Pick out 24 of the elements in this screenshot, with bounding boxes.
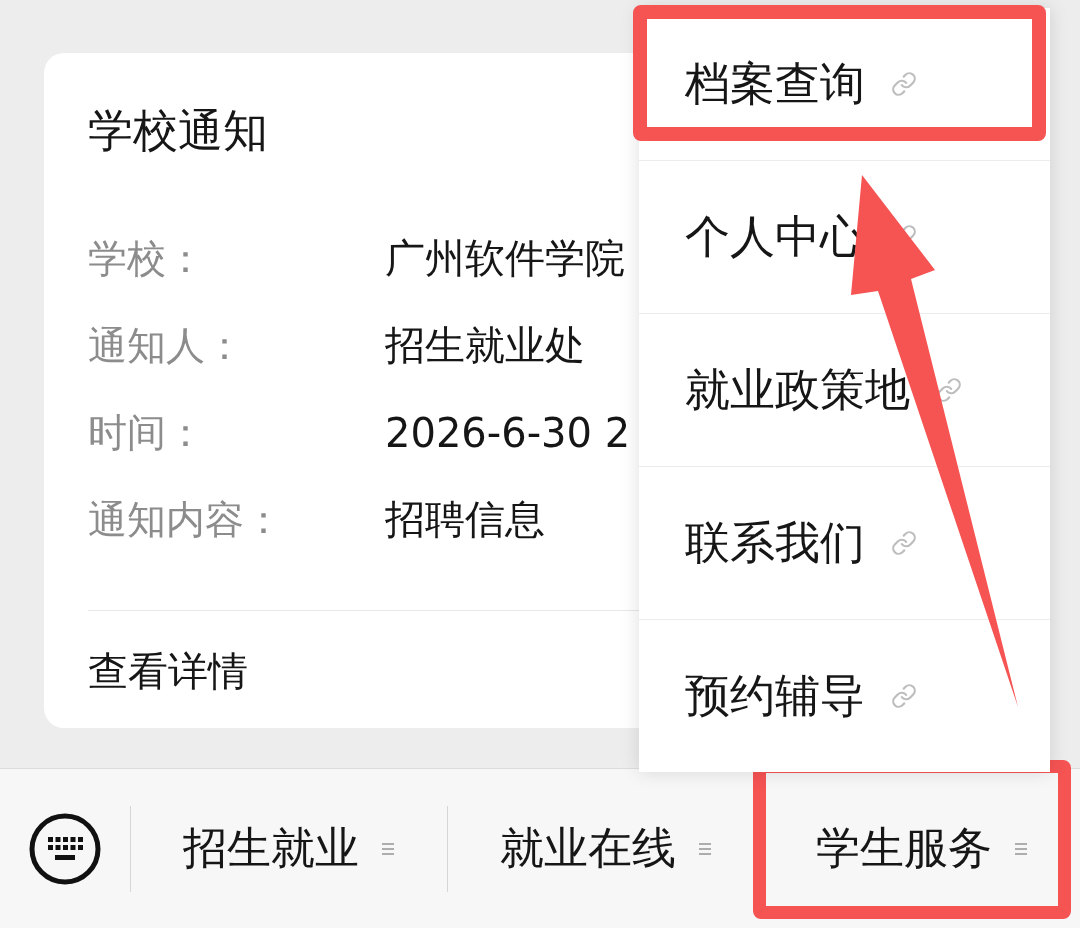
field-value: 招生就业处 bbox=[385, 321, 585, 370]
menu-bar-tab[interactable]: 招生就业 bbox=[131, 769, 447, 928]
popup-menu-item[interactable]: 联系我们 bbox=[639, 467, 1050, 619]
keyboard-icon[interactable] bbox=[29, 812, 101, 885]
menu-icon bbox=[697, 841, 712, 856]
menu-bar-tab[interactable]: 学生服务 bbox=[764, 769, 1080, 928]
field-value: 2026-6-30 2 bbox=[385, 409, 631, 456]
field-value: 招聘信息 bbox=[385, 495, 545, 544]
view-details-link[interactable]: 查看详情 bbox=[88, 645, 248, 697]
field-label: 通知内容： bbox=[88, 495, 284, 544]
field-label: 学校： bbox=[88, 234, 206, 283]
field-label: 时间： bbox=[88, 408, 206, 457]
menu-bar-tab[interactable]: 就业在线 bbox=[447, 769, 764, 928]
card-title: 学校通知 bbox=[88, 103, 269, 159]
field-label: 通知人： bbox=[88, 321, 245, 370]
popup-menu-item[interactable]: 预约辅导 bbox=[639, 620, 1050, 772]
popup-menu-item[interactable]: 就业政策地 bbox=[639, 314, 1050, 466]
link-icon bbox=[891, 530, 917, 556]
link-icon bbox=[936, 377, 962, 403]
link-icon bbox=[891, 683, 917, 709]
field-value: 广州软件学院 bbox=[385, 234, 625, 283]
link-icon bbox=[891, 71, 917, 97]
menu-icon bbox=[1014, 841, 1029, 856]
menu-icon bbox=[380, 841, 395, 856]
